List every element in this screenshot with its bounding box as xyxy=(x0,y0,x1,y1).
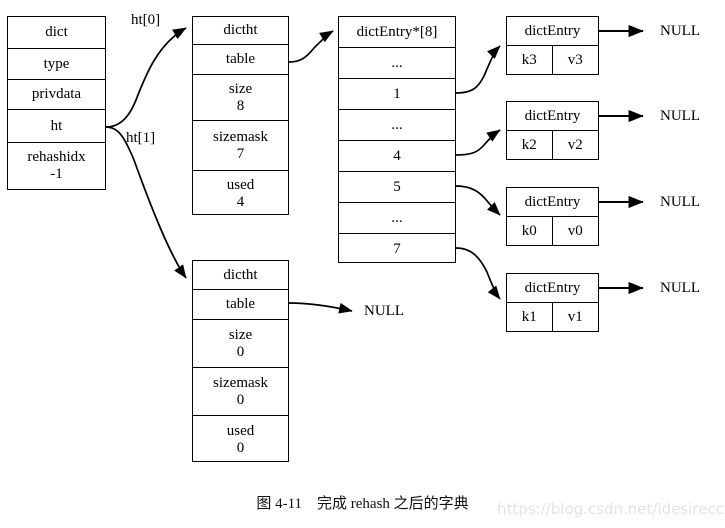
ht0-dictht-box: dictht table size 8 sizemask 7 used 4 xyxy=(192,16,289,215)
wire-ht-to-ht1 xyxy=(105,126,187,279)
bucket-slot-4-label: 5 xyxy=(393,178,401,195)
ht0-pointer-label: ht[0] xyxy=(131,12,161,28)
ht1-field-size-value: 0 xyxy=(236,343,245,360)
ht0-field-table: table xyxy=(193,45,288,75)
bucket-slot-6-label: 7 xyxy=(393,240,401,257)
dict-entry-box-2: dictEntry k0 v0 xyxy=(506,187,599,246)
dict-entry-0-title: dictEntry xyxy=(507,17,598,46)
ht1-field-table-label: table xyxy=(225,296,256,313)
ht1-field-sizemask-label: sizemask xyxy=(213,374,268,391)
wire-ht0table-to-bucket-table xyxy=(288,30,334,63)
bucket-slot-0: ... xyxy=(339,48,455,79)
figure-caption: 图 4-11 完成 rehash 之后的字典 xyxy=(256,496,469,512)
bucket-table-title-row: dictEntry*[8] xyxy=(339,17,455,48)
bucket-slot-5-label: ... xyxy=(391,209,403,226)
dict-field-ht-label: ht xyxy=(50,117,63,134)
wire-slot1-to-entry-k3 xyxy=(455,45,501,94)
dict-entry-3-title: dictEntry xyxy=(507,274,598,303)
bucket-slot-2-label: ... xyxy=(391,116,403,133)
wire-ht-to-ht0 xyxy=(105,27,187,128)
bucket-slot-2: ... xyxy=(339,110,455,141)
dict-entry-box-1: dictEntry k2 v2 xyxy=(506,101,599,160)
dict-entry-0-value: v3 xyxy=(567,51,583,68)
dict-entry-3-kv: k1 v1 xyxy=(507,303,598,331)
dict-entry-box-0: dictEntry k3 v3 xyxy=(506,16,599,75)
dict-field-ht: ht xyxy=(8,110,105,143)
bucket-slot-3: 4 xyxy=(339,141,455,172)
ht1-field-table: table xyxy=(193,290,288,320)
dict-title: dict xyxy=(45,24,68,41)
dict-field-rehashidx-value: -1 xyxy=(50,166,63,182)
dict-entry-2-next-null: NULL xyxy=(660,194,700,210)
dict-entry-2-title: dictEntry xyxy=(507,188,598,217)
dict-struct-box: dict type privdata ht rehashidx -1 xyxy=(7,16,106,190)
ht0-field-used-label: used xyxy=(226,176,255,193)
ht0-field-size-value: 8 xyxy=(236,97,245,114)
dict-field-type: type xyxy=(8,49,105,80)
ht1-title: dictht xyxy=(223,266,258,283)
ht0-title-row: dictht xyxy=(193,17,288,45)
wire-slot7-to-entry-k1 xyxy=(455,247,501,300)
bucket-slot-4: 5 xyxy=(339,172,455,203)
dict-entry-2-kv: k0 v0 xyxy=(507,217,598,245)
ht0-title: dictht xyxy=(223,22,258,39)
bucket-table-title: dictEntry*[8] xyxy=(356,23,438,40)
ht1-field-size: size 0 xyxy=(193,320,288,368)
dict-entry-1-value: v2 xyxy=(567,136,583,153)
ht1-title-row: dictht xyxy=(193,261,288,290)
dict-entry-0-kv: k3 v3 xyxy=(507,46,598,74)
ht1-field-size-label: size xyxy=(228,326,253,343)
dict-entry-1-kv: k2 v2 xyxy=(507,131,598,159)
dict-title-row: dict xyxy=(8,17,105,49)
ht1-field-used-label: used xyxy=(226,422,255,439)
ht1-pointer-label: ht[1] xyxy=(126,130,156,146)
figure-canvas: dict type privdata ht rehashidx -1 ht[0]… xyxy=(0,0,725,528)
dict-field-privdata: privdata xyxy=(8,80,105,110)
dict-entry-3-key: k1 xyxy=(507,303,553,331)
bucket-slot-1-label: 1 xyxy=(393,85,401,102)
dict-entry-2-key: k0 xyxy=(507,217,553,245)
ht0-field-size-label: size xyxy=(228,80,253,97)
dict-entry-box-3: dictEntry k1 v1 xyxy=(506,273,599,332)
dict-field-rehashidx: rehashidx -1 xyxy=(8,143,105,189)
ht0-field-used: used 4 xyxy=(193,171,288,216)
bucket-slot-1: 1 xyxy=(339,79,455,110)
wire-slot4-to-entry-k2 xyxy=(455,129,501,156)
dict-entry-1-key: k2 xyxy=(507,131,553,159)
dict-entry-0-key: k3 xyxy=(507,46,553,74)
dict-entry-3-next-null: NULL xyxy=(660,280,700,296)
dict-entry-0-next-null: NULL xyxy=(660,23,700,39)
ht0-field-used-value: 4 xyxy=(236,193,245,210)
ht1-field-used-value: 0 xyxy=(236,439,245,456)
bucket-slot-0-label: ... xyxy=(391,54,403,71)
wire-ht1table-to-null xyxy=(288,302,353,314)
bucket-table-box: dictEntry*[8] ... 1 ... 4 5 ... 7 xyxy=(338,16,456,263)
ht1-table-null-label: NULL xyxy=(364,303,404,319)
dict-field-privdata-label: privdata xyxy=(31,86,82,103)
ht1-field-sizemask-value: 0 xyxy=(236,391,245,408)
bucket-slot-6: 7 xyxy=(339,234,455,264)
ht0-field-size: size 8 xyxy=(193,75,288,121)
dict-entry-1-next-null: NULL xyxy=(660,108,700,124)
dict-entry-1-title: dictEntry xyxy=(507,102,598,131)
dict-entry-2-value: v0 xyxy=(567,222,583,239)
bucket-slot-3-label: 4 xyxy=(393,147,401,164)
ht0-field-table-label: table xyxy=(225,51,256,68)
dict-entry-3-value: v1 xyxy=(567,308,583,325)
ht0-field-sizemask: sizemask 7 xyxy=(193,121,288,171)
ht1-field-used: used 0 xyxy=(193,416,288,463)
dict-field-type-label: type xyxy=(43,55,70,72)
ht1-field-sizemask: sizemask 0 xyxy=(193,368,288,416)
ht0-field-sizemask-value: 7 xyxy=(236,145,245,162)
dict-field-rehashidx-label: rehashidx xyxy=(27,149,86,166)
ht0-field-sizemask-label: sizemask xyxy=(213,128,268,145)
bucket-slot-5: ... xyxy=(339,203,455,234)
wire-slot5-to-entry-k0 xyxy=(455,185,501,216)
ht1-dictht-box: dictht table size 0 sizemask 0 used 0 xyxy=(192,260,289,462)
